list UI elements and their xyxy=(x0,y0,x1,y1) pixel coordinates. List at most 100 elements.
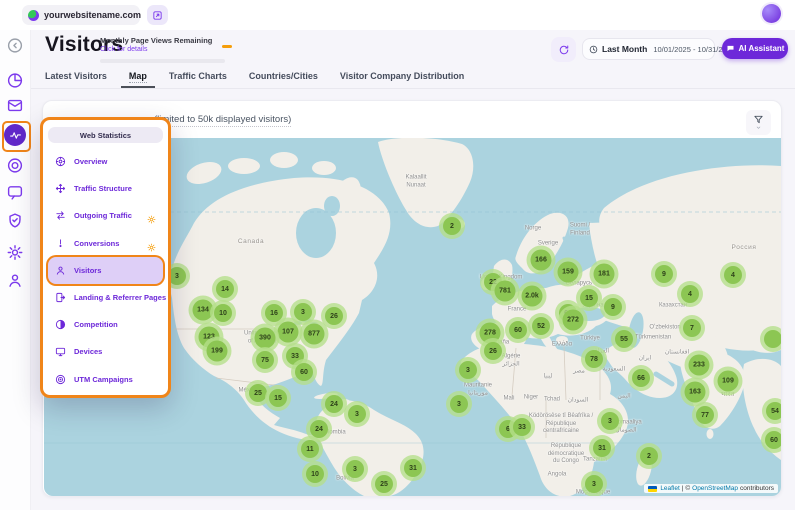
structure-icon xyxy=(55,183,66,194)
map-cluster-marker[interactable]: 3 xyxy=(346,460,364,478)
map-cluster-marker[interactable] xyxy=(764,330,781,348)
map-cluster-marker[interactable]: 2 xyxy=(443,217,461,235)
map-cluster-marker[interactable]: 163 xyxy=(685,382,706,403)
map-cluster-marker[interactable]: 272 xyxy=(563,310,584,331)
security-icon[interactable] xyxy=(7,212,24,229)
leaflet-link[interactable]: Leaflet xyxy=(660,485,680,492)
filter-button[interactable] xyxy=(746,110,771,135)
map-cluster-marker[interactable]: 31 xyxy=(593,439,611,457)
map-cluster-marker[interactable]: 31 xyxy=(404,459,422,477)
map-cluster-marker[interactable]: 54 xyxy=(766,402,781,420)
web-statistics-icon[interactable] xyxy=(4,124,26,146)
map-cluster-marker[interactable]: 78 xyxy=(585,350,603,368)
map-cluster-marker[interactable]: 14 xyxy=(216,280,234,298)
map-cluster-marker[interactable]: 60 xyxy=(295,363,313,381)
map-cluster-marker[interactable]: 2 xyxy=(640,447,658,465)
menu-item-outgoing-traffic[interactable]: Outgoing Traffic xyxy=(48,202,163,229)
ai-assistant-button[interactable]: AI Assistant xyxy=(722,38,788,59)
devices-icon xyxy=(55,346,66,357)
top-bar: yourwebsitename.com xyxy=(0,0,795,30)
map-cluster-marker[interactable]: 77 xyxy=(696,406,714,424)
map-cluster-marker[interactable]: 75 xyxy=(256,351,274,369)
attribution-sep: | © xyxy=(682,485,690,492)
map-cluster-marker[interactable]: 25 xyxy=(249,384,267,402)
mpv-label: Monthly Page Views Remaining xyxy=(100,36,228,45)
tab-traffic-charts[interactable]: Traffic Charts xyxy=(169,71,227,81)
map-cluster-marker[interactable]: 4 xyxy=(681,285,699,303)
menu-item-overview[interactable]: Overview xyxy=(48,148,163,175)
map-cluster-marker[interactable]: 2.0k xyxy=(522,286,543,307)
map-cluster-marker[interactable]: 26 xyxy=(325,307,343,325)
chat-bubble-icon xyxy=(726,44,735,53)
date-range-picker[interactable]: Last Month 10/01/2025 - 10/31/2025 xyxy=(582,38,715,60)
menu-item-landing-referrer-pages[interactable]: Landing & Referrer Pages xyxy=(48,284,163,311)
map-cluster-marker[interactable]: 107 xyxy=(278,322,299,343)
goals-icon[interactable] xyxy=(7,157,24,174)
map-cluster-marker[interactable]: 16 xyxy=(265,304,283,322)
map-cluster-marker[interactable]: 26 xyxy=(484,342,502,360)
map-cluster-marker[interactable]: 25 xyxy=(375,475,393,493)
divider xyxy=(30,88,795,89)
menu-item-conversions[interactable]: Conversions xyxy=(48,230,163,257)
map-cluster-marker[interactable]: 159 xyxy=(558,262,579,283)
map-cluster-marker[interactable]: 66 xyxy=(632,369,650,387)
map-cluster-marker[interactable]: 55 xyxy=(615,330,633,348)
account-icon[interactable] xyxy=(7,272,24,289)
collapse-sidebar-icon[interactable] xyxy=(7,37,24,54)
avatar[interactable] xyxy=(762,4,781,23)
website-name: yourwebsitename.com xyxy=(44,10,141,20)
map-cluster-marker[interactable]: 10 xyxy=(306,465,324,483)
map-cluster-marker[interactable]: 3 xyxy=(450,395,468,413)
settings-icon[interactable] xyxy=(7,244,24,261)
map-cluster-marker[interactable]: 877 xyxy=(304,324,325,345)
map-cluster-marker[interactable]: 24 xyxy=(325,395,343,413)
map-cluster-marker[interactable]: 3 xyxy=(601,412,619,430)
menu-item-visitors[interactable]: Visitors xyxy=(48,257,163,284)
overview-icon xyxy=(55,156,66,167)
map-cluster-marker[interactable]: 233 xyxy=(689,355,710,376)
map-cluster-marker[interactable]: 15 xyxy=(269,389,287,407)
utm-icon xyxy=(55,374,66,385)
map-cluster-marker[interactable]: 166 xyxy=(531,250,552,271)
map-cluster-marker[interactable]: 11 xyxy=(301,440,319,458)
map-cluster-marker[interactable]: 24 xyxy=(310,420,328,438)
menu-item-label: Outgoing Traffic xyxy=(74,211,132,220)
map-cluster-marker[interactable]: 60 xyxy=(509,321,527,339)
map-cluster-marker[interactable]: 3 xyxy=(459,361,477,379)
menu-item-competition[interactable]: Competition xyxy=(48,311,163,338)
menu-item-utm-campaigns[interactable]: UTM Campaigns xyxy=(48,366,163,393)
map-cluster-marker[interactable]: 390 xyxy=(255,328,276,349)
map-cluster-marker[interactable]: 181 xyxy=(594,264,615,285)
map-cluster-marker[interactable]: 15 xyxy=(580,289,598,307)
map-cluster-marker[interactable]: 3 xyxy=(585,475,603,493)
map-cluster-marker[interactable]: 134 xyxy=(193,300,214,321)
tab-latest-visitors[interactable]: Latest Visitors xyxy=(45,71,107,81)
map-cluster-marker[interactable]: 278 xyxy=(480,323,501,344)
map-cluster-marker[interactable]: 9 xyxy=(655,265,673,283)
map-cluster-marker[interactable]: 3 xyxy=(294,303,312,321)
menu-item-traffic-structure[interactable]: Traffic Structure xyxy=(48,175,163,202)
map-cluster-marker[interactable]: 52 xyxy=(532,317,550,335)
reports-icon[interactable] xyxy=(7,72,24,89)
map-cluster-marker[interactable]: 33 xyxy=(513,418,531,436)
tab-visitor-company-distribution[interactable]: Visitor Company Distribution xyxy=(340,71,464,81)
map-cluster-marker[interactable]: 3 xyxy=(348,405,366,423)
map-cluster-marker[interactable]: 60 xyxy=(765,431,781,449)
map-cluster-marker[interactable]: 10 xyxy=(214,304,232,322)
map-cluster-marker[interactable]: 7 xyxy=(683,319,701,337)
map-cluster-marker[interactable]: 9 xyxy=(604,298,622,316)
tab-countries-cities[interactable]: Countries/Cities xyxy=(249,71,318,81)
tab-map[interactable]: Map xyxy=(129,71,147,83)
website-selector[interactable]: yourwebsitename.com xyxy=(22,5,140,25)
menu-item-devices[interactable]: Devices xyxy=(48,338,163,365)
open-website-button[interactable] xyxy=(147,5,168,25)
chat-icon[interactable] xyxy=(7,184,24,201)
openstreetmap-link[interactable]: OpenStreetMap xyxy=(692,485,738,492)
refresh-button[interactable] xyxy=(551,37,576,62)
map-cluster-marker[interactable]: 4 xyxy=(724,266,742,284)
mpv-details-link[interactable]: Click for details xyxy=(100,46,228,53)
map-cluster-marker[interactable]: 109 xyxy=(718,371,739,392)
messages-icon[interactable] xyxy=(7,97,24,114)
map-cluster-marker[interactable]: 781 xyxy=(495,281,516,302)
map-cluster-marker[interactable]: 199 xyxy=(207,341,228,362)
